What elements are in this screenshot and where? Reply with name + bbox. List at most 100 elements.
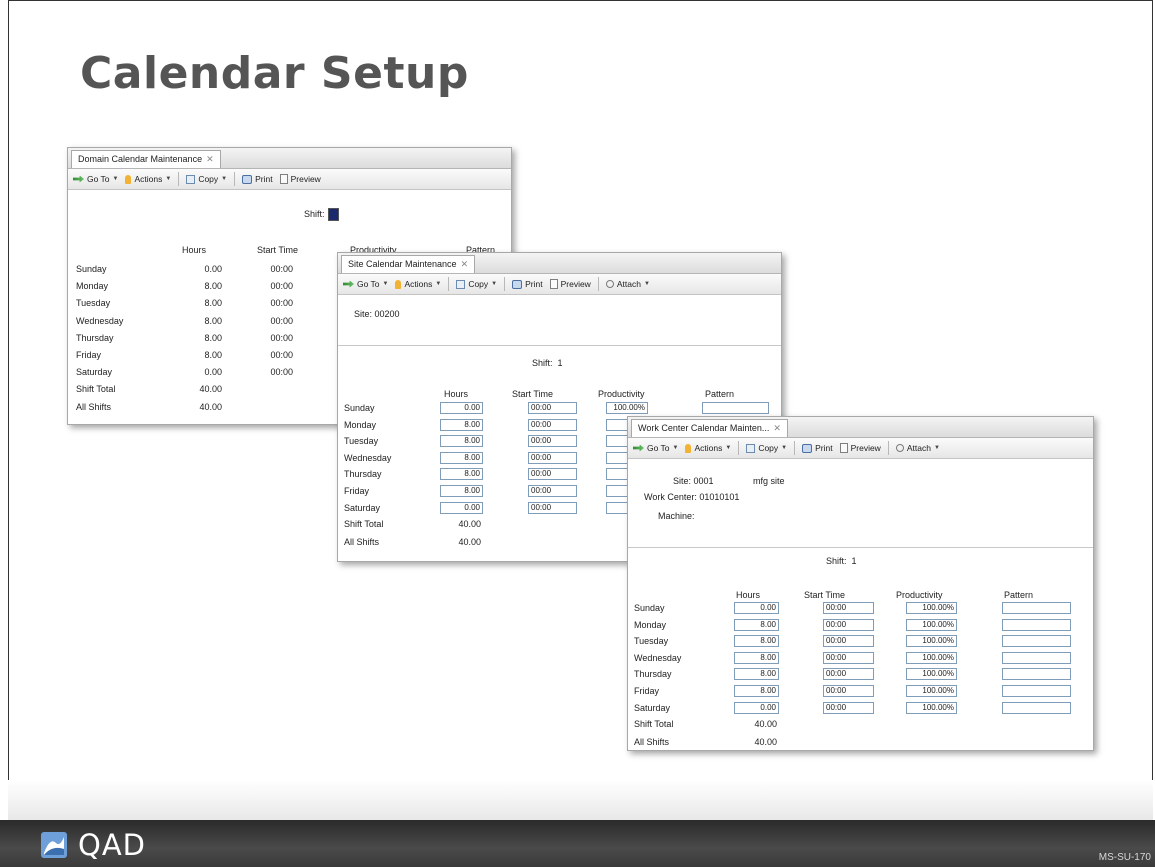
- productivity-input[interactable]: 100.00%: [606, 402, 648, 414]
- column-header-pattern: Pattern: [1004, 590, 1034, 600]
- tab-domain-calendar[interactable]: Domain Calendar Maintenance ✕: [71, 150, 221, 168]
- hours-input[interactable]: 0.00: [734, 602, 779, 614]
- start-time-input[interactable]: 00:00: [823, 701, 874, 714]
- start-time-value: 00:00: [270, 264, 293, 274]
- print-button[interactable]: Print: [510, 279, 544, 289]
- attach-button[interactable]: Attach ▼: [894, 442, 942, 454]
- start-time-input[interactable]: 00:00: [823, 635, 874, 648]
- start-time-input[interactable]: 00:00: [823, 685, 874, 697]
- print-button[interactable]: Print: [240, 174, 274, 184]
- productivity-input[interactable]: 100.00%: [906, 668, 957, 681]
- close-icon[interactable]: ✕: [461, 256, 469, 273]
- day-label: Tuesday: [634, 636, 669, 647]
- pattern-input[interactable]: [1002, 618, 1071, 631]
- start-time-input[interactable]: 00:00: [528, 402, 577, 414]
- site-label: Site:: [673, 476, 692, 486]
- print-button[interactable]: Print: [800, 443, 834, 453]
- start-time-input[interactable]: 00:00: [528, 468, 577, 481]
- start-time-input[interactable]: 00:00: [823, 602, 874, 614]
- wc-tabstrip: Work Center Calendar Mainten... ✕: [628, 417, 1093, 438]
- start-time-value: 00:00: [270, 350, 293, 360]
- hours-value: 8.00: [204, 350, 222, 360]
- start-time-input[interactable]: 00:00: [823, 651, 874, 664]
- productivity-input[interactable]: 100.00%: [906, 635, 957, 648]
- hours-input[interactable]: 8.00: [734, 618, 779, 631]
- copy-button[interactable]: Copy ▼: [744, 443, 789, 453]
- hours-input[interactable]: 8.00: [734, 651, 779, 664]
- pattern-input[interactable]: [1002, 602, 1071, 614]
- tab-work-center-calendar[interactable]: Work Center Calendar Mainten... ✕: [631, 419, 788, 437]
- work-center-field: Work Center: 01010101: [644, 492, 739, 502]
- productivity-input[interactable]: 100.00%: [906, 618, 957, 631]
- attach-button[interactable]: Attach ▼: [604, 278, 652, 290]
- hours-input[interactable]: 0.00: [440, 402, 483, 414]
- pattern-input[interactable]: [1002, 668, 1071, 681]
- pattern-input[interactable]: [1002, 651, 1071, 664]
- hours-input[interactable]: 8.00: [734, 635, 779, 648]
- goto-button[interactable]: Go To ▼: [71, 174, 120, 184]
- hours-input[interactable]: 0.00: [440, 501, 483, 514]
- start-time-input[interactable]: 00:00: [528, 435, 577, 448]
- copy-icon: [456, 279, 466, 289]
- shift-total-value: 40.00: [458, 519, 481, 530]
- goto-button[interactable]: Go To ▼: [631, 443, 680, 453]
- start-time-input[interactable]: 00:00: [528, 485, 577, 497]
- start-time-input[interactable]: 00:00: [528, 418, 577, 431]
- hours-value: 0.00: [204, 264, 222, 274]
- start-time-input[interactable]: 00:00: [528, 451, 577, 464]
- hours-input[interactable]: 8.00: [440, 418, 483, 431]
- goto-button[interactable]: Go To ▼: [341, 279, 390, 289]
- copy-button[interactable]: Copy ▼: [454, 279, 499, 289]
- column-header-hours: Hours: [182, 245, 207, 255]
- paperclip-icon: [894, 442, 906, 454]
- pattern-input[interactable]: [702, 402, 769, 414]
- work-center-value: 01010101: [699, 492, 740, 502]
- print-label: Print: [815, 443, 833, 453]
- shift-label: Shift:: [304, 208, 325, 219]
- productivity-input[interactable]: 100.00%: [906, 651, 957, 664]
- productivity-input[interactable]: 100.00%: [906, 685, 957, 697]
- pattern-input[interactable]: [1002, 701, 1071, 714]
- actions-button[interactable]: Actions ▼: [393, 279, 443, 289]
- hours-input[interactable]: 0.00: [734, 701, 779, 714]
- preview-button[interactable]: Preview: [278, 174, 323, 184]
- start-time-value: 00:00: [270, 281, 293, 292]
- work-center-label: Work Center:: [644, 492, 697, 502]
- copy-button[interactable]: Copy ▼: [184, 174, 229, 184]
- day-label: Saturday: [76, 367, 113, 378]
- hours-input[interactable]: 8.00: [734, 685, 779, 697]
- hours-input[interactable]: 8.00: [734, 668, 779, 681]
- hours-input[interactable]: 8.00: [440, 468, 483, 481]
- day-label: Monday: [634, 619, 667, 630]
- day-label: Friday: [344, 486, 370, 496]
- pattern-input[interactable]: [1002, 685, 1071, 697]
- goto-label: Go To: [357, 279, 380, 289]
- productivity-input[interactable]: 100.00%: [906, 602, 957, 614]
- start-time-input[interactable]: 00:00: [823, 668, 874, 681]
- start-time-value: 00:00: [270, 298, 293, 309]
- actions-button[interactable]: Actions ▼: [683, 443, 733, 453]
- hours-value: 0.00: [204, 367, 222, 378]
- day-label: Sunday: [344, 403, 375, 413]
- start-time-input[interactable]: 00:00: [528, 501, 577, 514]
- preview-button[interactable]: Preview: [838, 443, 883, 453]
- hours-input[interactable]: 8.00: [440, 451, 483, 464]
- shift-input[interactable]: [327, 208, 339, 221]
- pattern-input[interactable]: [1002, 635, 1071, 648]
- close-icon[interactable]: ✕: [773, 420, 781, 437]
- toolbar-divider: [448, 277, 450, 291]
- preview-button[interactable]: Preview: [548, 279, 593, 289]
- hours-input[interactable]: 8.00: [440, 485, 483, 497]
- productivity-input[interactable]: 100.00%: [906, 701, 957, 714]
- shift-total-label: Shift Total: [344, 519, 384, 530]
- printer-icon: [802, 443, 813, 453]
- preview-icon: [839, 443, 848, 453]
- close-icon[interactable]: ✕: [206, 151, 214, 168]
- column-header-hours: Hours: [444, 389, 469, 399]
- shift-label: Shift:: [826, 556, 847, 566]
- actions-button[interactable]: Actions ▼: [123, 174, 173, 184]
- slide-code: MS-SU-170: [1098, 852, 1151, 863]
- tab-site-calendar[interactable]: Site Calendar Maintenance ✕: [341, 255, 476, 273]
- hours-input[interactable]: 8.00: [440, 435, 483, 448]
- start-time-input[interactable]: 00:00: [823, 618, 874, 631]
